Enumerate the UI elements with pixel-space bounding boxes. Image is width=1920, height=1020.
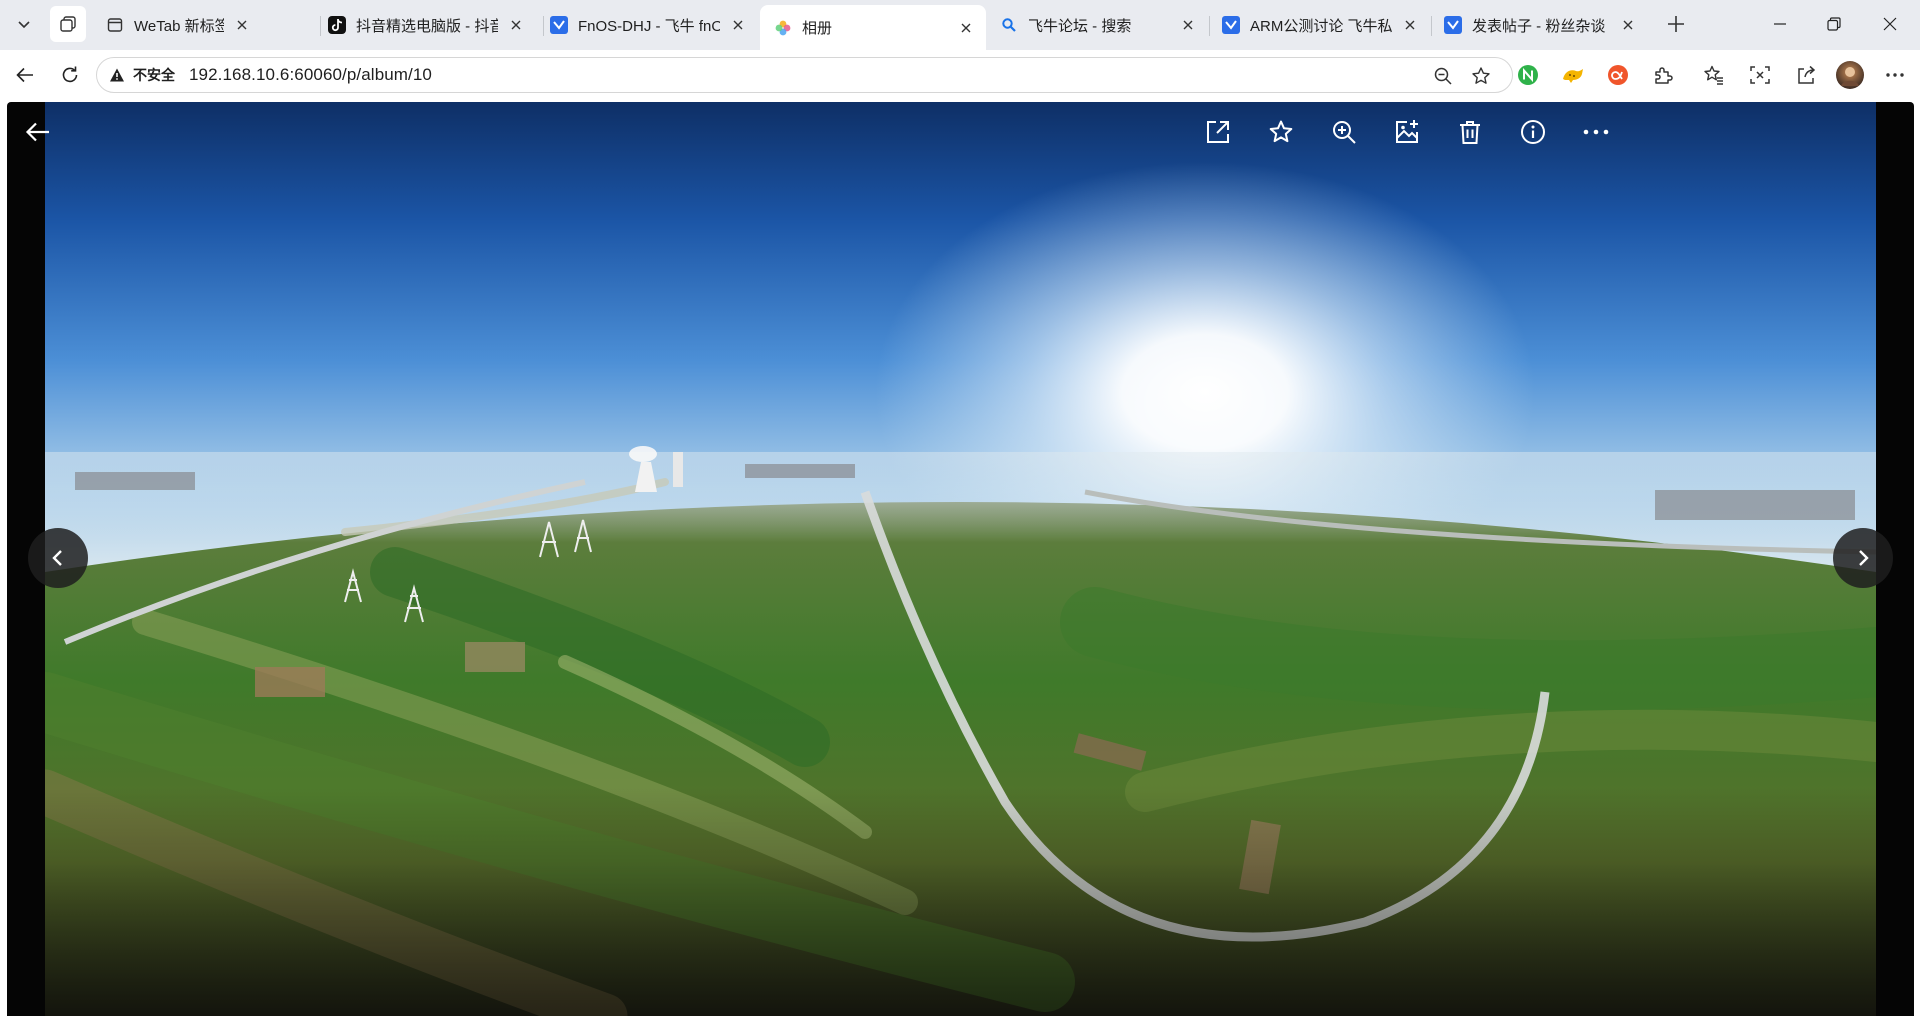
extension-n-icon[interactable] bbox=[1515, 62, 1541, 88]
favorites-icon[interactable] bbox=[1701, 62, 1727, 88]
refresh-icon bbox=[62, 66, 78, 83]
tab-title: 飞牛论坛 - 搜索 bbox=[1028, 17, 1132, 35]
zoom-out-icon[interactable] bbox=[1432, 65, 1454, 87]
chevron-right-icon bbox=[1859, 550, 1869, 566]
tab-title: WeTab 新标签页 bbox=[134, 17, 224, 35]
workspaces-button[interactable] bbox=[50, 6, 86, 42]
chevron-down-icon bbox=[18, 21, 30, 29]
tab-fnos[interactable]: FnOS-DHJ - 飞牛 fnOS bbox=[536, 6, 758, 44]
security-label[interactable]: 不安全 bbox=[133, 65, 175, 85]
close-icon bbox=[1883, 17, 1897, 31]
extension-cheetah-icon[interactable] bbox=[1560, 62, 1586, 88]
tab-title: ARM公测讨论 飞牛私有 bbox=[1250, 17, 1392, 35]
close-tab-icon[interactable] bbox=[232, 19, 252, 31]
bookmark-star-icon[interactable] bbox=[1470, 65, 1492, 87]
add-to-album-button[interactable] bbox=[1389, 114, 1425, 150]
fnos-icon bbox=[1444, 16, 1462, 34]
delete-trash-icon bbox=[1460, 121, 1480, 144]
tab-title: 抖音精选电脑版 - 抖音 bbox=[356, 17, 498, 35]
previous-photo-button[interactable] bbox=[28, 528, 88, 588]
minimize-icon bbox=[1774, 23, 1786, 25]
photos-icon bbox=[774, 19, 792, 37]
restore-icon bbox=[1827, 17, 1841, 31]
tab-arm-discussion[interactable]: ARM公测讨论 飞牛私有 bbox=[1208, 6, 1430, 44]
back-button[interactable] bbox=[8, 58, 42, 92]
tab-list-button[interactable] bbox=[6, 6, 42, 42]
extension-alpha-icon[interactable] bbox=[1605, 62, 1631, 88]
tab-photos[interactable]: 相册 bbox=[760, 5, 986, 50]
address-bar[interactable]: 不安全 192.168.10.6:60060/p/album/10 bbox=[96, 57, 1513, 93]
douyin-icon bbox=[328, 16, 346, 34]
open-external-icon bbox=[1207, 121, 1229, 143]
zoom-in-icon bbox=[1333, 121, 1356, 144]
search-icon bbox=[1000, 16, 1018, 34]
more-button[interactable] bbox=[1578, 114, 1614, 150]
delete-button[interactable] bbox=[1452, 114, 1488, 150]
tab-douyin[interactable]: 抖音精选电脑版 - 抖音 bbox=[314, 6, 536, 44]
viewer-back-button[interactable] bbox=[20, 114, 56, 150]
workspaces-icon bbox=[60, 16, 76, 32]
favorite-button[interactable] bbox=[1263, 114, 1299, 150]
tab-wetab[interactable]: WeTab 新标签页 bbox=[92, 6, 262, 44]
back-arrow-icon bbox=[16, 67, 33, 83]
wetab-icon bbox=[106, 16, 124, 34]
new-tab-button[interactable] bbox=[1658, 6, 1694, 42]
close-tab-icon[interactable] bbox=[1400, 19, 1420, 31]
screenshot-icon[interactable] bbox=[1747, 62, 1773, 88]
panorama-photo[interactable] bbox=[45, 102, 1876, 1016]
favorite-star-icon bbox=[1269, 120, 1293, 143]
info-icon bbox=[1521, 120, 1545, 144]
close-tab-icon[interactable] bbox=[1178, 19, 1198, 31]
close-tab-icon[interactable] bbox=[728, 19, 748, 31]
tab-post-thread[interactable]: 发表帖子 - 粉丝杂谈 飞 bbox=[1430, 6, 1648, 44]
fnos-icon bbox=[550, 16, 568, 34]
fnos-icon bbox=[1222, 16, 1240, 34]
tab-forum-search[interactable]: 飞牛论坛 - 搜索 bbox=[986, 6, 1208, 44]
info-button[interactable] bbox=[1515, 114, 1551, 150]
warning-icon[interactable] bbox=[109, 67, 125, 83]
photo-viewer bbox=[7, 102, 1914, 1016]
zoom-in-button[interactable] bbox=[1326, 114, 1362, 150]
tab-title: 相册 bbox=[802, 20, 833, 37]
chevron-left-icon bbox=[52, 550, 62, 566]
close-tab-icon[interactable] bbox=[1618, 19, 1638, 31]
close-tab-icon[interactable] bbox=[506, 19, 526, 31]
close-tab-icon[interactable] bbox=[956, 22, 976, 34]
more-icon bbox=[1583, 129, 1609, 135]
minimize-button[interactable] bbox=[1752, 0, 1808, 48]
back-arrow-icon bbox=[25, 122, 49, 142]
browser-toolbar: 不安全 192.168.10.6:60060/p/album/10 bbox=[0, 50, 1920, 100]
restore-button[interactable] bbox=[1806, 0, 1862, 48]
url-text[interactable]: 192.168.10.6:60060/p/album/10 bbox=[189, 65, 432, 85]
plus-icon bbox=[1668, 16, 1684, 32]
settings-more-icon[interactable] bbox=[1882, 62, 1908, 88]
tab-title: FnOS-DHJ - 飞牛 fnOS bbox=[578, 17, 720, 35]
refresh-button[interactable] bbox=[53, 58, 87, 92]
extensions-puzzle-icon[interactable] bbox=[1650, 62, 1676, 88]
avatar[interactable] bbox=[1836, 61, 1864, 89]
share-icon[interactable] bbox=[1793, 62, 1819, 88]
open-external-button[interactable] bbox=[1200, 114, 1236, 150]
next-photo-button[interactable] bbox=[1833, 528, 1893, 588]
add-to-album-icon bbox=[1396, 120, 1418, 143]
tab-title: 发表帖子 - 粉丝杂谈 飞 bbox=[1472, 17, 1610, 35]
close-window-button[interactable] bbox=[1862, 0, 1918, 48]
tab-strip: WeTab 新标签页 抖音精选电脑版 - 抖音 FnOS-DHJ - 飞牛 fn… bbox=[0, 0, 1920, 50]
